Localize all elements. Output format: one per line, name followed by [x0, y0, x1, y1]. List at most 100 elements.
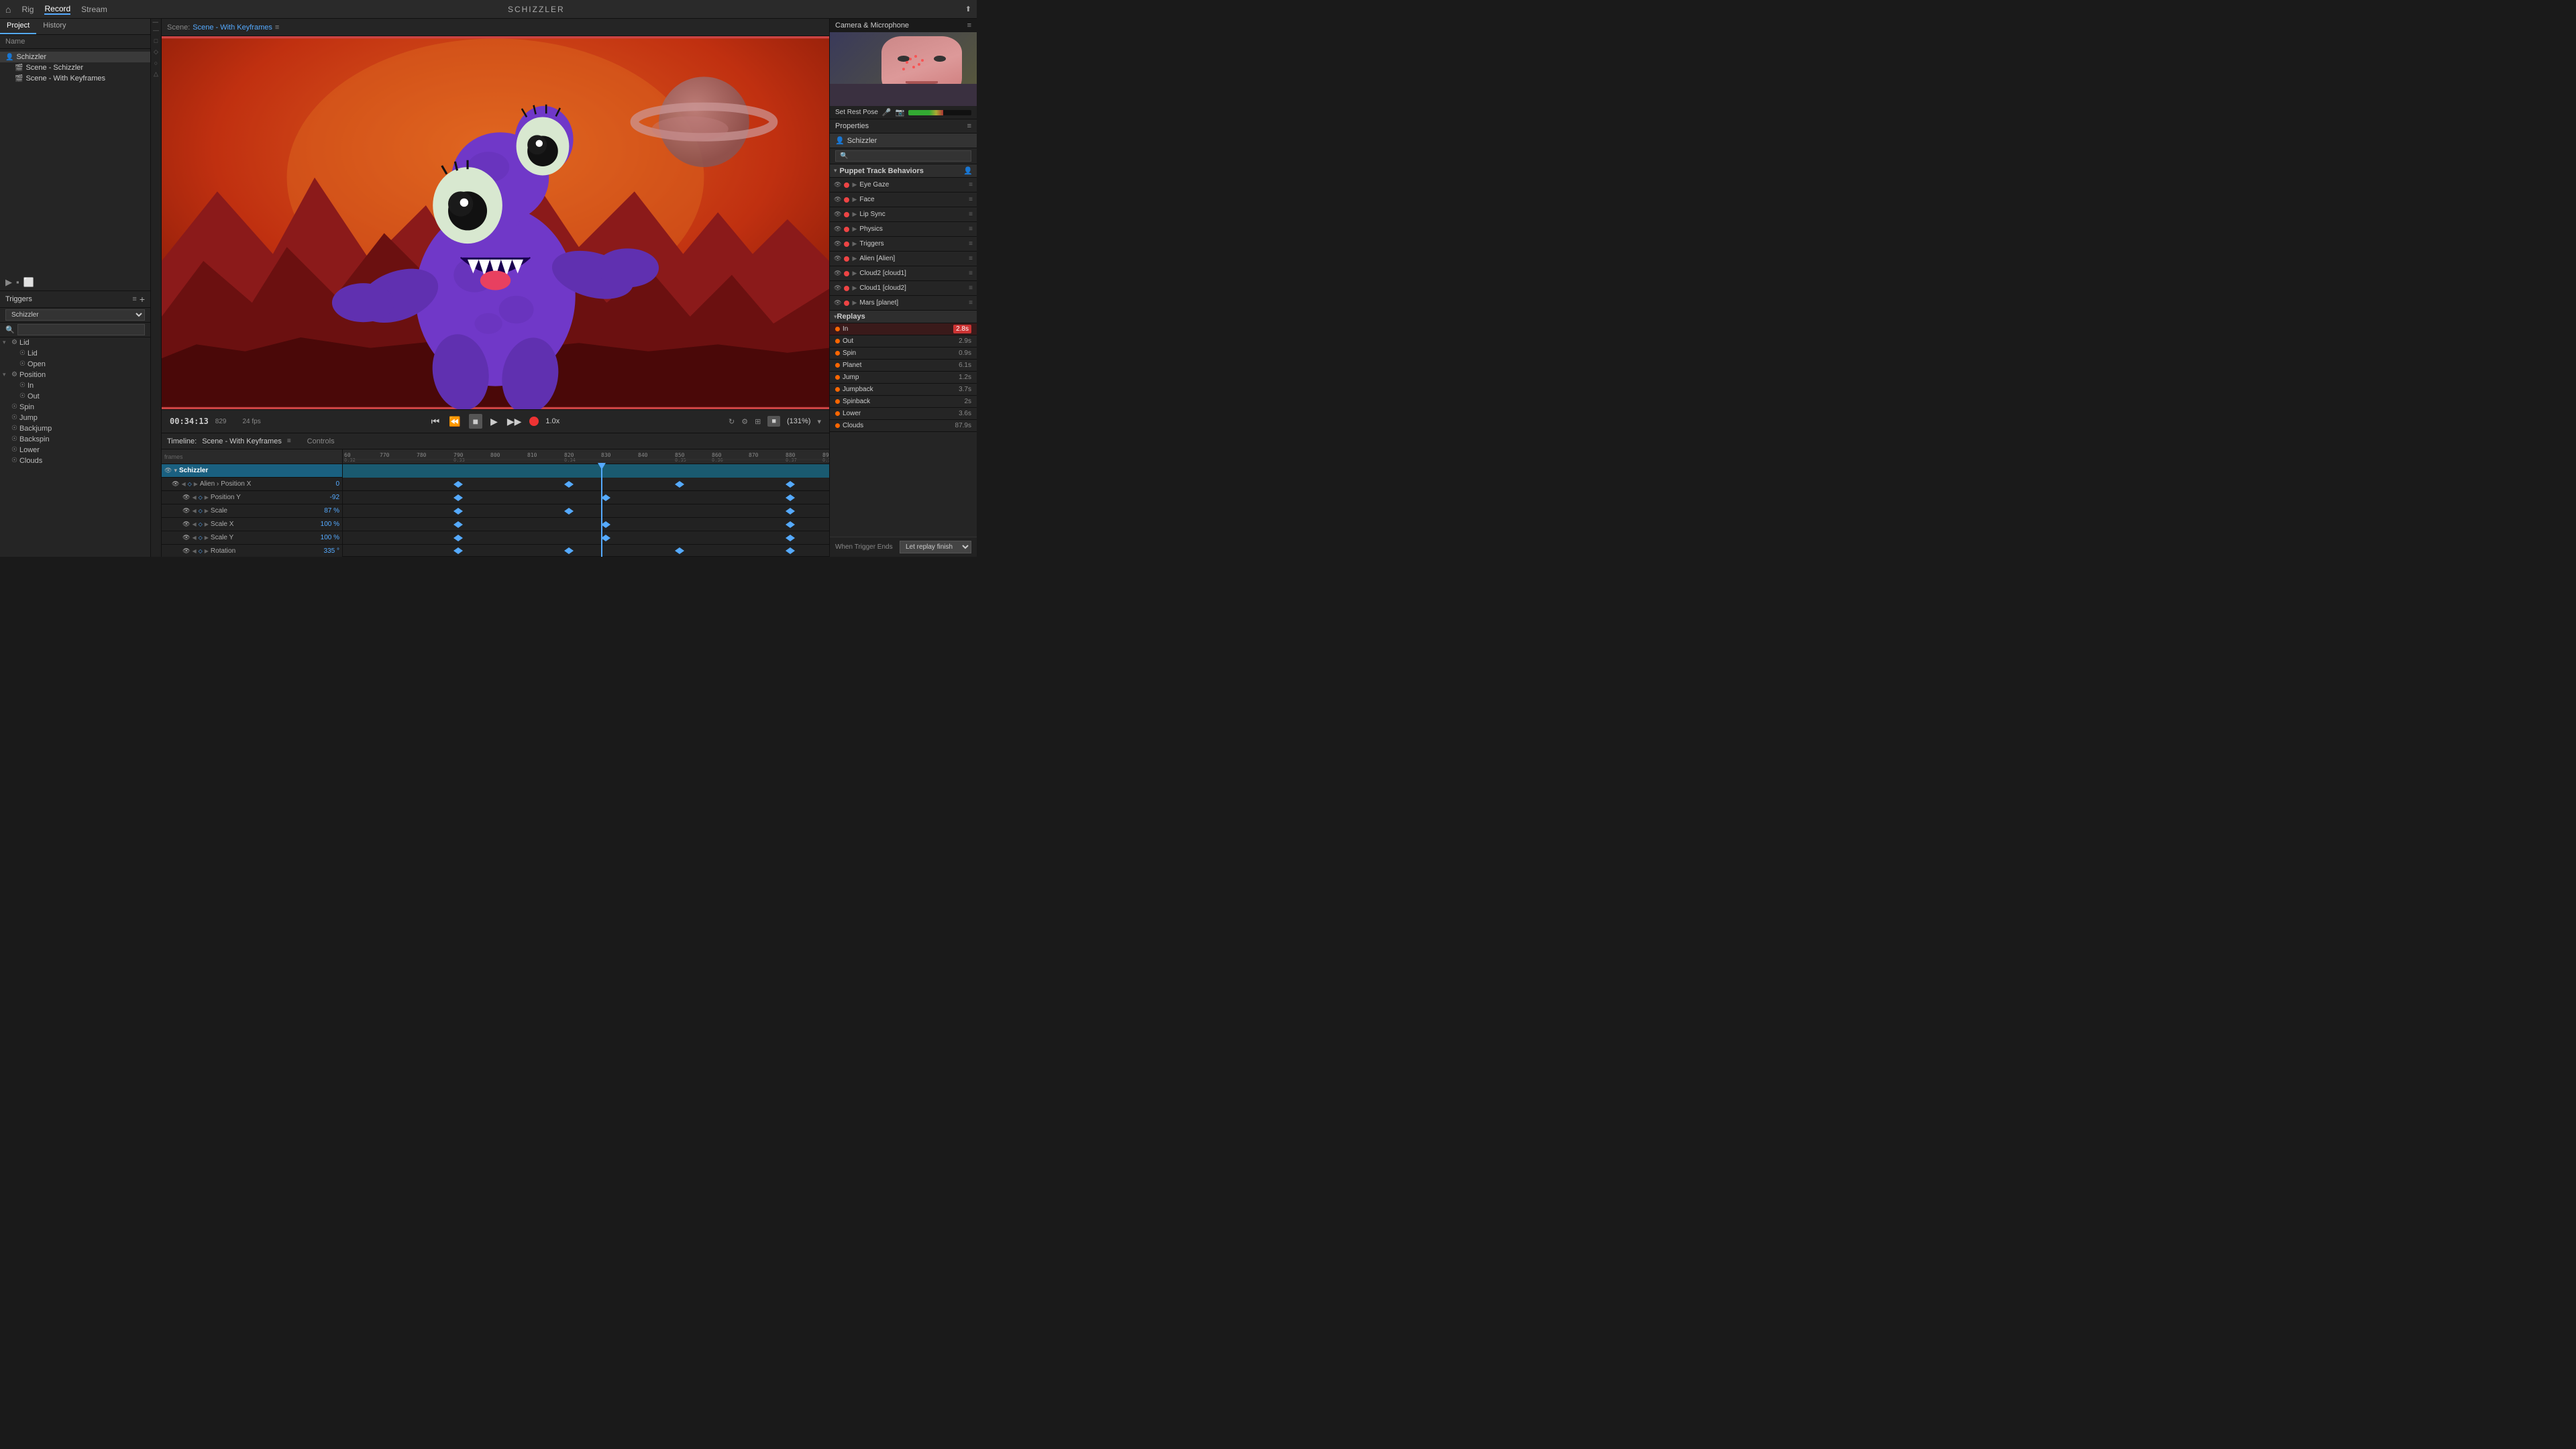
kf-add[interactable]: ◇: [199, 548, 203, 554]
trig-item-lower[interactable]: ☉ Lower: [0, 445, 150, 455]
trig-item-backjump[interactable]: ☉ Backjump: [0, 423, 150, 434]
track-vis-icon[interactable]: 👁: [182, 507, 190, 515]
behavior-expand-icon[interactable]: ▶: [852, 270, 857, 277]
play-audio-button[interactable]: ▶▶: [506, 415, 523, 429]
kf-nav-prev[interactable]: ◀: [192, 494, 196, 500]
side-icon-1[interactable]: |: [153, 21, 160, 23]
set-rest-pose-button[interactable]: Set Rest Pose: [835, 109, 878, 116]
tab-project[interactable]: Project: [0, 19, 36, 34]
camera-icon[interactable]: 📷: [896, 108, 905, 117]
kf-nav-prev[interactable]: ◀: [192, 521, 196, 527]
export-icon[interactable]: ⬆: [965, 5, 971, 13]
side-icon-4[interactable]: ◇: [154, 48, 158, 56]
kf-add[interactable]: ◇: [199, 535, 203, 541]
controls-tab[interactable]: Controls: [307, 437, 335, 445]
behavior-expand-icon[interactable]: ▶: [852, 211, 857, 218]
trig-item-spin[interactable]: ☉ Spin: [0, 402, 150, 413]
track-vis-icon[interactable]: 👁: [182, 494, 190, 501]
stop-button[interactable]: ■: [469, 414, 482, 429]
kf-nav-next[interactable]: ▶: [205, 535, 209, 541]
trig-item-position[interactable]: ▾ ⚙ Position: [0, 370, 150, 380]
track-vis-icon[interactable]: 👁: [182, 521, 190, 528]
prop-search-input[interactable]: [835, 150, 971, 162]
behavior-menu-icon[interactable]: ≡: [969, 270, 973, 277]
add-trigger-button[interactable]: +: [140, 294, 145, 305]
behavior-expand-icon[interactable]: ▶: [852, 240, 857, 248]
tree-item-schizzler[interactable]: 👤 Schizzler: [0, 52, 150, 62]
trigger-search-input[interactable]: [17, 324, 145, 335]
behavior-vis-icon[interactable]: 👁: [834, 240, 841, 248]
track-vis-icon[interactable]: 👁: [164, 467, 172, 474]
tree-item-scene-schizzler[interactable]: 🎬 Scene - Schizzler: [0, 62, 150, 73]
behavior-menu-icon[interactable]: ≡: [969, 255, 973, 262]
kf-nav-prev[interactable]: ◀: [181, 481, 185, 487]
playhead[interactable]: [601, 464, 602, 557]
behavior-vis-icon[interactable]: 👁: [834, 211, 841, 218]
track-vis-icon[interactable]: 👁: [182, 547, 190, 555]
behavior-vis-icon[interactable]: 👁: [834, 196, 841, 203]
trigger-select[interactable]: Schizzler: [5, 309, 145, 321]
trig-item-lid-sub[interactable]: ☉ Lid: [0, 348, 150, 359]
properties-menu-icon[interactable]: ≡: [967, 122, 971, 130]
track-vis-icon[interactable]: 👁: [172, 480, 179, 488]
side-icon-5[interactable]: ○: [154, 60, 158, 66]
trig-item-out[interactable]: ☉ Out: [0, 391, 150, 402]
behavior-expand-icon[interactable]: ▶: [852, 255, 857, 262]
behavior-menu-icon[interactable]: ≡: [969, 284, 973, 292]
behavior-expand-icon[interactable]: ▶: [852, 284, 857, 292]
trig-item-lid[interactable]: ▾ ⚙ Lid: [0, 337, 150, 348]
kf-nav-next[interactable]: ▶: [194, 481, 198, 487]
behavior-vis-icon[interactable]: 👁: [834, 284, 841, 292]
behavior-vis-icon[interactable]: 👁: [834, 299, 841, 307]
trig-item-backspin[interactable]: ☉ Backspin: [0, 434, 150, 445]
kf-add[interactable]: ◇: [199, 494, 203, 500]
triggers-menu-icon[interactable]: ≡: [132, 295, 136, 303]
trig-item-in[interactable]: ☉ In: [0, 380, 150, 391]
side-icon-6[interactable]: △: [154, 70, 158, 78]
behavior-expand-icon[interactable]: ▶: [852, 299, 857, 307]
record-button[interactable]: [529, 417, 539, 426]
behavior-expand-icon[interactable]: ▶: [852, 225, 857, 233]
side-icon-2[interactable]: —: [153, 27, 159, 34]
kf-nav-prev[interactable]: ◀: [192, 508, 196, 514]
kf-nav-next[interactable]: ▶: [205, 548, 209, 554]
behavior-expand-icon[interactable]: ▶: [852, 181, 857, 189]
play-button[interactable]: ▶: [489, 415, 499, 429]
mic-icon[interactable]: 🎤: [882, 108, 892, 117]
behavior-menu-icon[interactable]: ≡: [969, 211, 973, 218]
kf-nav-next[interactable]: ▶: [205, 494, 209, 500]
behavior-menu-icon[interactable]: ≡: [969, 225, 973, 233]
behavior-expand-icon[interactable]: ▶: [852, 196, 857, 203]
settings-icon[interactable]: ⚙: [741, 417, 748, 426]
kf-nav-next[interactable]: ▶: [205, 521, 209, 527]
track-expand-icon[interactable]: ▾: [174, 467, 177, 474]
video-icon[interactable]: ▶: [5, 277, 12, 288]
trig-item-jump[interactable]: ☉ Jump: [0, 413, 150, 423]
track-vis-icon[interactable]: 👁: [182, 534, 190, 541]
behavior-menu-icon[interactable]: ≡: [969, 196, 973, 203]
behavior-menu-icon[interactable]: ≡: [969, 299, 973, 307]
behavior-vis-icon[interactable]: 👁: [834, 181, 841, 189]
zoom-dropdown[interactable]: ▾: [817, 417, 821, 426]
scene-name[interactable]: Scene - With Keyframes: [193, 23, 272, 32]
refresh-icon[interactable]: ↻: [729, 417, 735, 426]
camera-menu-icon[interactable]: ≡: [967, 21, 971, 30]
kf-nav-prev[interactable]: ◀: [192, 535, 196, 541]
behavior-vis-icon[interactable]: 👁: [834, 225, 841, 233]
side-icon-3[interactable]: □: [154, 38, 158, 44]
ptb-expand-icon[interactable]: ▾: [834, 167, 837, 174]
nav-record[interactable]: Record: [44, 4, 70, 15]
nav-stream[interactable]: Stream: [81, 5, 107, 14]
monitor-icon[interactable]: ⬜: [23, 277, 34, 288]
home-icon[interactable]: ⌂: [5, 4, 11, 15]
ptb-user-icon[interactable]: 👤: [963, 166, 973, 175]
view-mode-toggle[interactable]: ■: [767, 416, 780, 427]
kf-add[interactable]: ◇: [199, 521, 203, 527]
behavior-menu-icon[interactable]: ≡: [969, 181, 973, 189]
timeline-menu-icon[interactable]: ≡: [287, 437, 291, 445]
trig-item-clouds[interactable]: ☉ Clouds: [0, 455, 150, 466]
trig-item-open[interactable]: ☉ Open: [0, 359, 150, 370]
kf-add[interactable]: ◇: [199, 508, 203, 514]
behavior-menu-icon[interactable]: ≡: [969, 240, 973, 248]
tree-item-scene-keyframes[interactable]: 🎬 Scene - With Keyframes: [0, 73, 150, 84]
